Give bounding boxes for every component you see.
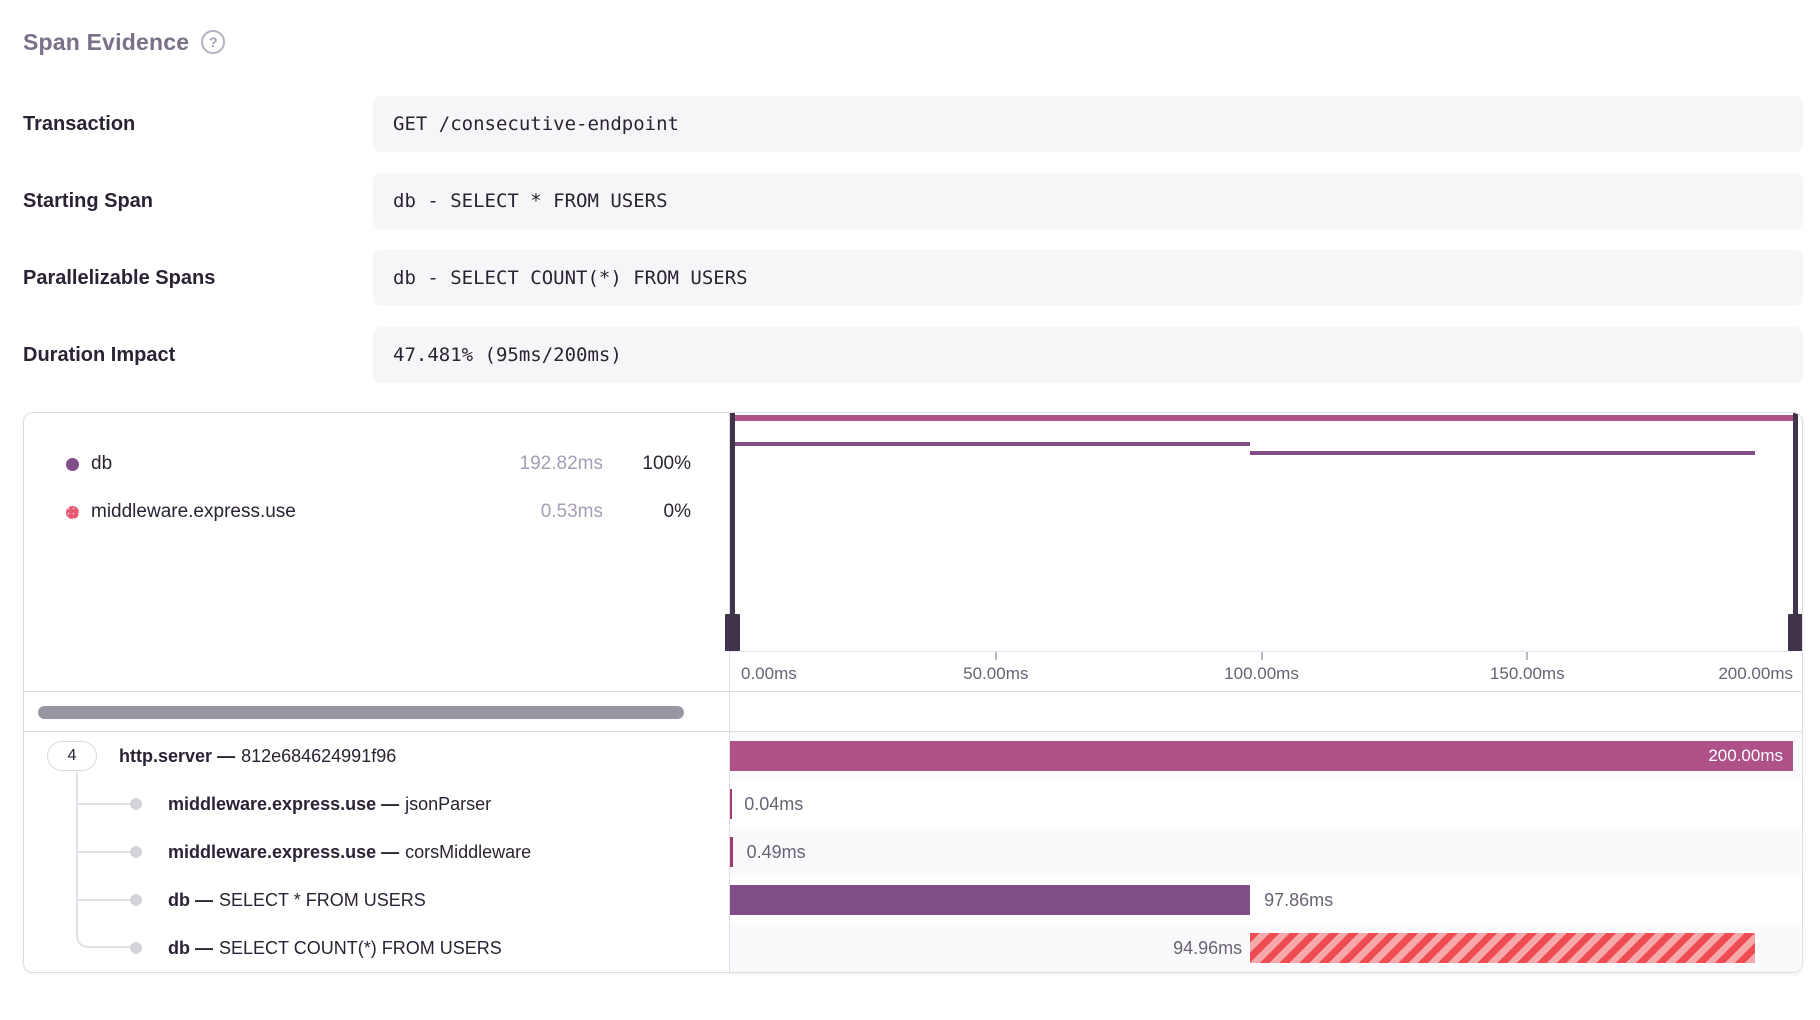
span-minimap	[730, 413, 1793, 652]
minimap-span	[730, 415, 1793, 421]
help-icon[interactable]: ?	[201, 30, 225, 54]
handle-grip[interactable]	[1788, 614, 1803, 651]
span-duration-bar	[730, 885, 1250, 915]
span-row[interactable]: middleware.express.use — jsonParser 0.04ms	[24, 780, 1802, 828]
field-row: Starting Spandb - SELECT * FROM USERS	[23, 173, 1803, 229]
field-value: GET /consecutive-endpoint	[373, 96, 1803, 152]
span-row-label-cell: db — SELECT * FROM USERS	[24, 876, 730, 924]
span-op: db —	[168, 890, 213, 911]
span-name: http.server — 812e684624991f96	[119, 732, 396, 780]
span-row-bar-cell: 94.96ms	[730, 924, 1802, 972]
span-duration-label: 200.00ms	[1708, 741, 1783, 771]
axis-tick-label: 150.00ms	[1490, 664, 1565, 684]
minimap-cell: 0.00ms 50.00ms 100.00ms 150.00ms 200.00ms	[730, 413, 1802, 691]
span-description: jsonParser	[405, 794, 491, 815]
span-duration-bar	[1250, 933, 1755, 963]
legend-duration: 0.53ms	[485, 501, 603, 523]
axis-tick-mark	[1526, 652, 1528, 660]
span-row-label-cell: middleware.express.use — corsMiddleware	[24, 828, 730, 876]
horizontal-scrollbar-thumb[interactable]	[38, 706, 684, 719]
span-row-bar-cell: 0.49ms	[730, 828, 1802, 876]
page-title: Span Evidence	[23, 29, 189, 56]
axis-tick-label: 200.00ms	[1718, 664, 1793, 684]
span-bar-track: 0.49ms	[730, 828, 1793, 876]
span-duration-label: 97.86ms	[1264, 876, 1333, 924]
profile-top: db192.82ms100% middleware.express.use0.53…	[24, 413, 1802, 691]
span-name: db — SELECT * FROM USERS	[168, 876, 426, 924]
scrollbar-row-spacer	[730, 692, 1802, 731]
axis-tick-label: 50.00ms	[963, 664, 1028, 684]
span-legend: db192.82ms100% middleware.express.use0.53…	[24, 413, 730, 691]
minimap-right-handle[interactable]	[1788, 413, 1803, 651]
legend-row: db192.82ms100%	[66, 447, 691, 481]
span-bar-track: 0.04ms	[730, 780, 1793, 828]
legend-duration: 192.82ms	[485, 453, 603, 475]
span-row-bar-cell: 0.04ms	[730, 780, 1802, 828]
legend-percent: 0%	[603, 501, 691, 523]
legend-op: db	[91, 453, 485, 475]
span-description: corsMiddleware	[405, 842, 531, 863]
axis-tick-mark	[995, 652, 997, 660]
legend-percent: 100%	[603, 453, 691, 475]
axis-tick-label: 0.00ms	[741, 664, 797, 684]
field-label: Parallelizable Spans	[23, 267, 373, 290]
span-description: SELECT * FROM USERS	[219, 890, 426, 911]
span-name: middleware.express.use — jsonParser	[168, 780, 491, 828]
span-evidence-section: Span Evidence ? TransactionGET /consecut…	[23, 28, 1803, 973]
evidence-fields: TransactionGET /consecutive-endpoint Star…	[23, 96, 1803, 383]
field-value: db - SELECT * FROM USERS	[373, 173, 1803, 229]
span-row-bar-cell: 97.86ms	[730, 876, 1802, 924]
axis-tick-label: 100.00ms	[1224, 664, 1299, 684]
span-row[interactable]: 4 http.server — 812e684624991f96 200.00ms	[24, 732, 1802, 780]
span-row[interactable]: db — SELECT COUNT(*) FROM USERS 94.96ms	[24, 924, 1802, 972]
field-label: Starting Span	[23, 190, 373, 213]
legend-op: middleware.express.use	[91, 501, 485, 523]
span-duration-label: 0.04ms	[744, 780, 803, 828]
scrollbar-row	[24, 691, 1802, 732]
handle-grip[interactable]	[725, 614, 740, 651]
span-tree: 4 http.server — 812e684624991f96 200.00ms mi…	[24, 732, 1802, 972]
field-value: db - SELECT COUNT(*) FROM USERS	[373, 250, 1803, 306]
legend-row: middleware.express.use0.53ms0%	[66, 495, 691, 529]
time-axis: 0.00ms 50.00ms 100.00ms 150.00ms 200.00ms	[730, 652, 1793, 691]
span-duration-bar: 200.00ms	[730, 741, 1793, 771]
span-profile-panel: db192.82ms100% middleware.express.use0.53…	[23, 412, 1803, 973]
field-label: Transaction	[23, 113, 373, 136]
span-op: db —	[168, 938, 213, 959]
field-label: Duration Impact	[23, 344, 373, 367]
span-description: SELECT COUNT(*) FROM USERS	[219, 938, 502, 959]
span-op: middleware.express.use —	[168, 842, 399, 863]
span-row-label-cell: 4 http.server — 812e684624991f96	[24, 732, 730, 780]
span-bar-track: 97.86ms	[730, 876, 1793, 924]
span-count-badge[interactable]: 4	[47, 741, 97, 771]
span-row-bar-cell: 200.00ms	[730, 732, 1802, 780]
span-description: 812e684624991f96	[241, 746, 396, 767]
field-row: Parallelizable Spansdb - SELECT COUNT(*)…	[23, 250, 1803, 306]
span-bar-track: 94.96ms	[730, 924, 1793, 972]
minimap-span	[730, 442, 1250, 446]
span-duration-bar	[730, 837, 733, 867]
legend-swatch-icon	[66, 458, 79, 471]
minimap-span	[1250, 451, 1755, 455]
field-row: Duration Impact47.481% (95ms/200ms)	[23, 327, 1803, 383]
span-row-label-cell: middleware.express.use — jsonParser	[24, 780, 730, 828]
axis-tick-mark	[1261, 652, 1263, 660]
field-value: 47.481% (95ms/200ms)	[373, 327, 1803, 383]
scrollbar-track	[24, 692, 730, 731]
span-row-label-cell: db — SELECT COUNT(*) FROM USERS	[24, 924, 730, 972]
span-op: http.server —	[119, 746, 235, 767]
span-duration-bar	[730, 789, 732, 819]
span-duration-label: 94.96ms	[1173, 924, 1242, 972]
span-row[interactable]: db — SELECT * FROM USERS 97.86ms	[24, 876, 1802, 924]
span-row[interactable]: middleware.express.use — corsMiddleware 0.…	[24, 828, 1802, 876]
section-header: Span Evidence ?	[23, 28, 1803, 56]
legend-swatch-icon	[66, 506, 79, 519]
span-op: middleware.express.use —	[168, 794, 399, 815]
span-name: db — SELECT COUNT(*) FROM USERS	[168, 924, 502, 972]
span-name: middleware.express.use — corsMiddleware	[168, 828, 531, 876]
field-row: TransactionGET /consecutive-endpoint	[23, 96, 1803, 152]
span-bar-track: 200.00ms	[730, 732, 1793, 780]
span-duration-label: 0.49ms	[747, 828, 806, 876]
minimap-left-handle[interactable]	[725, 413, 740, 651]
